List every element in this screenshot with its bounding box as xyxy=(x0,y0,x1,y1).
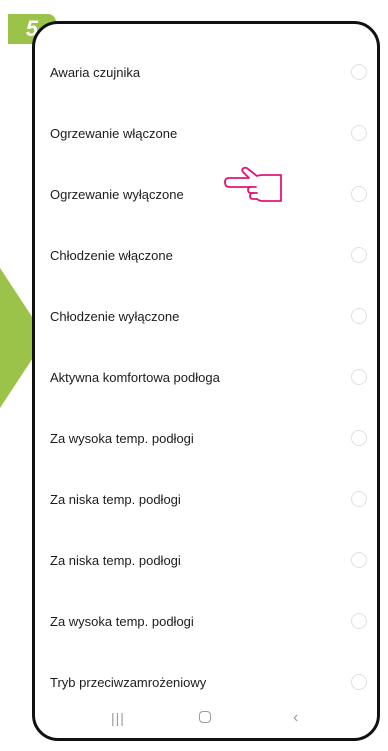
radio-button[interactable] xyxy=(351,369,367,385)
option-label: Za niska temp. podłogi xyxy=(50,552,181,568)
list-item[interactable]: Chłodzenie wyłączone xyxy=(35,286,377,346)
list-item[interactable]: Ogrzewanie włączone xyxy=(35,103,377,163)
option-label: Za wysoka temp. podłogi xyxy=(50,430,194,446)
list-item[interactable]: Za wysoka temp. podłogi xyxy=(35,408,377,468)
option-label: Za niska temp. podłogi xyxy=(50,491,181,507)
list-item[interactable]: Ogrzewanie wyłączone xyxy=(35,164,377,224)
option-label: Tryb przeciwzamrożeniowy xyxy=(50,674,207,690)
radio-button[interactable] xyxy=(351,64,367,80)
option-label: Ogrzewanie włączone xyxy=(50,125,178,141)
radio-button[interactable] xyxy=(351,308,367,324)
system-nav-bar: ||| ‹ xyxy=(35,700,377,738)
list-item[interactable]: Za wysoka temp. podłogi xyxy=(35,591,377,651)
list-item[interactable]: Aktywna komfortowa podłoga xyxy=(35,347,377,407)
option-label: Aktywna komfortowa podłoga xyxy=(50,369,220,385)
radio-button[interactable] xyxy=(351,430,367,446)
list-item[interactable]: Chłodzenie włączone xyxy=(35,225,377,285)
radio-button[interactable] xyxy=(351,613,367,629)
radio-button[interactable] xyxy=(351,125,367,141)
radio-button[interactable] xyxy=(351,186,367,202)
option-label: Za wysoka temp. podłogi xyxy=(50,613,194,629)
option-label: Ogrzewanie wyłączone xyxy=(50,186,184,202)
option-label: Chłodzenie wyłączone xyxy=(50,308,180,324)
list-item[interactable]: Za niska temp. podłogi xyxy=(35,469,377,529)
recents-icon[interactable]: ||| xyxy=(111,710,125,726)
list-item[interactable]: Awaria czujnika xyxy=(35,42,377,102)
option-label: Chłodzenie włączone xyxy=(50,247,173,263)
list-item[interactable]: Za niska temp. podłogi xyxy=(35,530,377,590)
home-icon[interactable] xyxy=(199,711,211,723)
back-icon[interactable]: ‹ xyxy=(293,710,298,726)
pointing-hand-icon xyxy=(224,166,282,202)
radio-button[interactable] xyxy=(351,674,367,690)
radio-button[interactable] xyxy=(351,247,367,263)
radio-button[interactable] xyxy=(351,491,367,507)
radio-button[interactable] xyxy=(351,552,367,568)
phone-frame: Awaria czujnika Ogrzewanie włączone Ogrz… xyxy=(32,21,380,741)
option-label: Awaria czujnika xyxy=(50,64,141,80)
